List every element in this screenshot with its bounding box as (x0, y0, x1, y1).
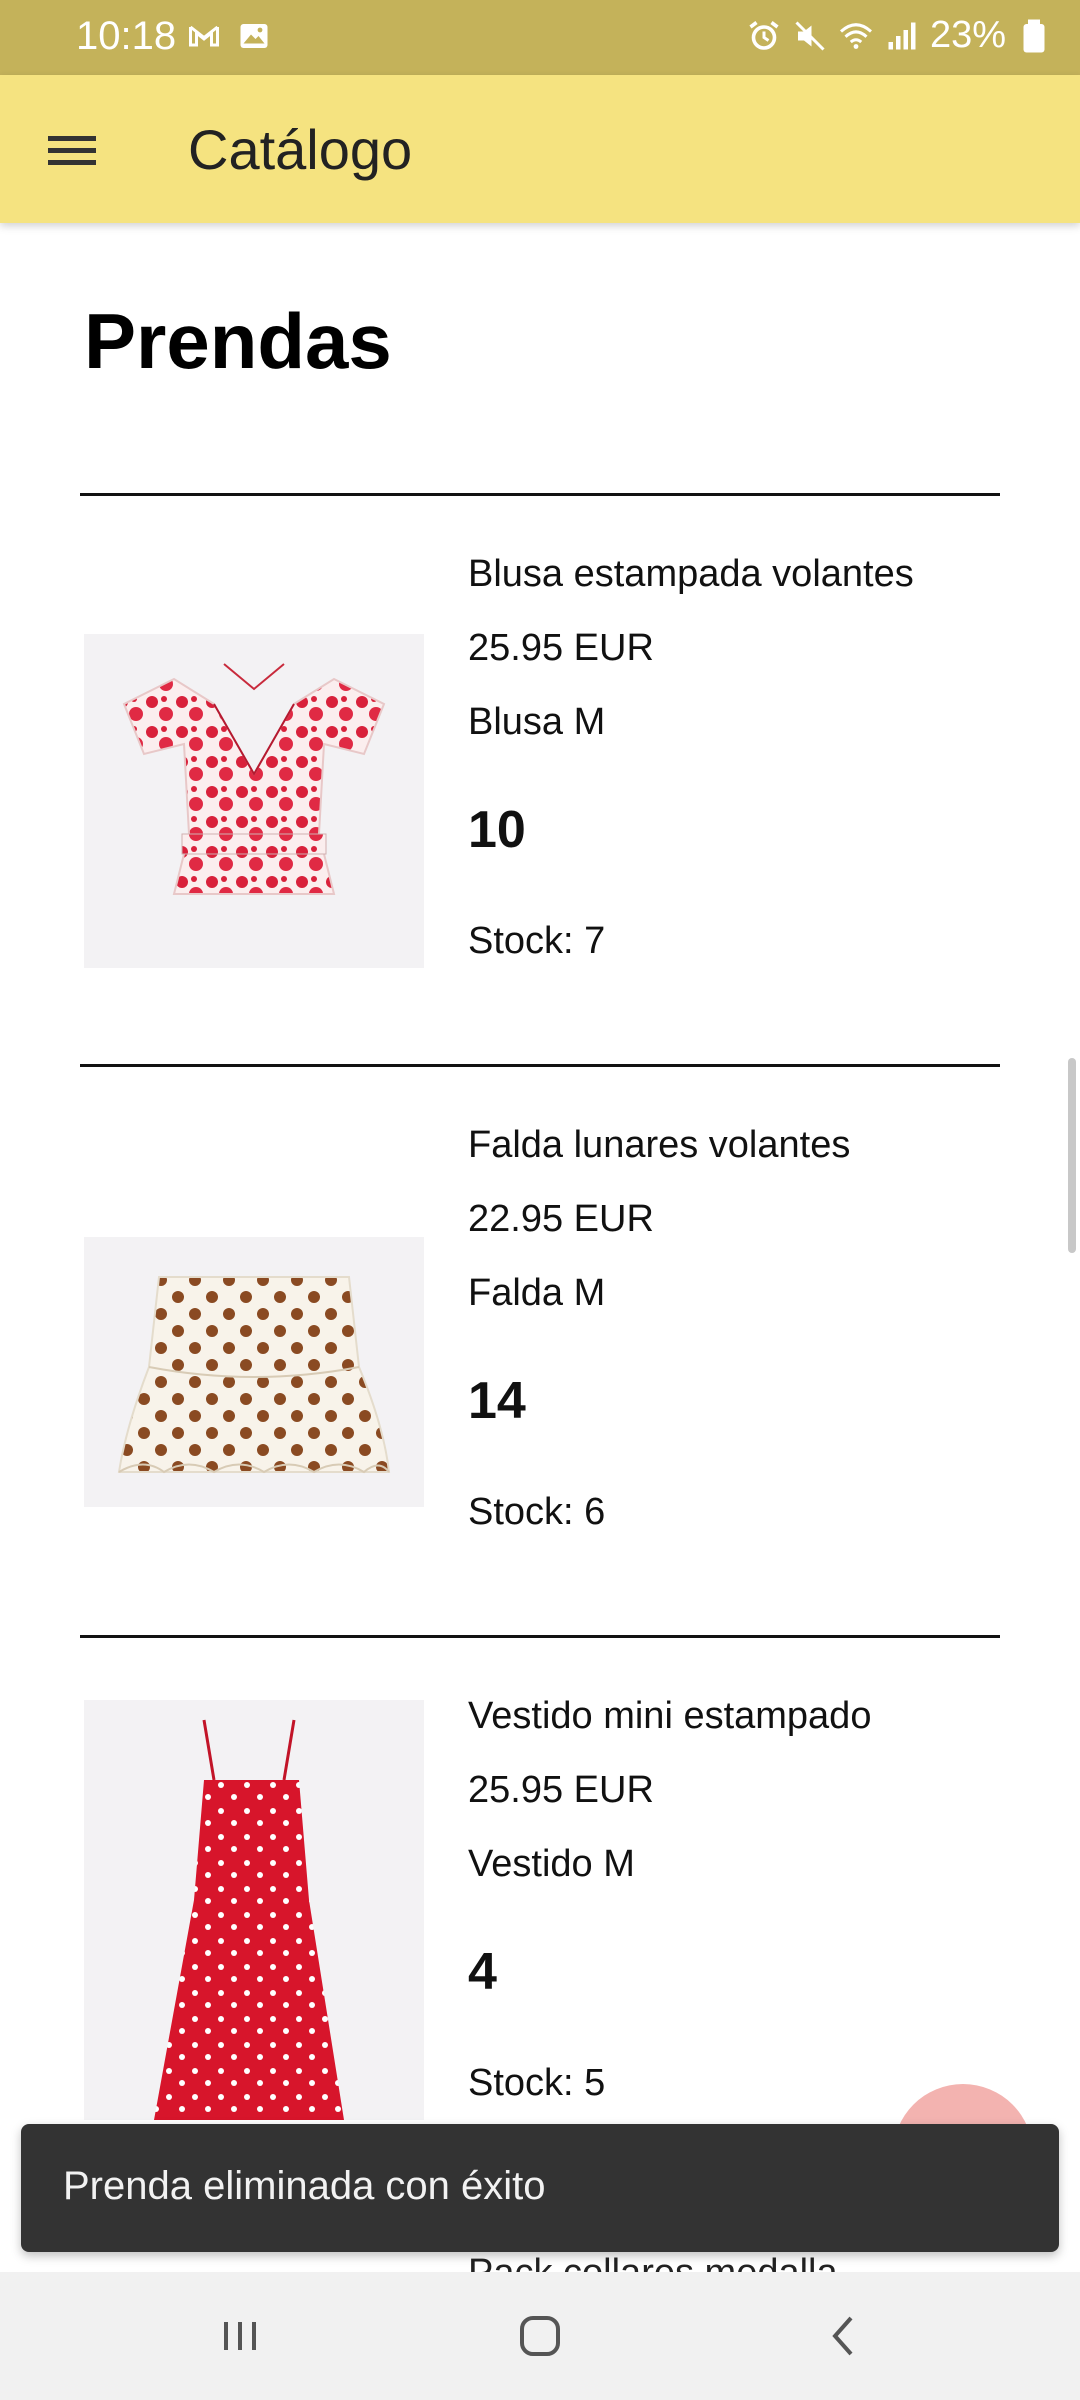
status-notification-icons (186, 18, 272, 54)
item-stock: Stock: 5 (468, 2062, 606, 2104)
status-system-icons: 23% (746, 14, 1052, 57)
alarm-icon (749, 20, 779, 50)
item-type: Falda M (468, 1272, 606, 1314)
product-list: Blusa estampada volantes 25.95 EUR Blusa… (80, 493, 1000, 2206)
dress-image (154, 1719, 344, 2120)
blouse-image (122, 663, 386, 895)
item-name: Blusa estampada volantes (468, 553, 914, 595)
skirt-image (117, 1276, 391, 1474)
battery-icon (1023, 19, 1045, 52)
hamburger-menu-icon[interactable] (36, 115, 108, 187)
item-price: 25.95 EUR (468, 1769, 654, 1811)
product-image-vestido (84, 1700, 424, 2120)
list-item[interactable]: Blusa estampada volantes 25.95 EUR Blusa… (80, 493, 1000, 1064)
item-quantity: 4 (468, 1943, 497, 2001)
item-price: 22.95 EUR (468, 1198, 654, 1240)
item-quantity: 10 (468, 801, 526, 859)
wifi-icon (839, 22, 872, 49)
recents-icon[interactable] (210, 2306, 270, 2366)
battery-percentage: 23% (929, 14, 1006, 56)
image-icon (240, 24, 268, 48)
item-type: Blusa M (468, 701, 606, 743)
back-icon[interactable] (815, 2306, 875, 2366)
list-item[interactable]: Vestido mini estampado 25.95 EUR Vestido… (80, 1635, 1000, 2206)
item-info: Blusa estampada volantes 25.95 EUR Blusa… (468, 546, 914, 963)
home-icon[interactable] (510, 2306, 570, 2366)
status-time: 10:18 (76, 14, 177, 58)
product-image-falda (84, 1237, 424, 1507)
product-image-blusa (84, 634, 424, 968)
item-info: Vestido mini estampado 25.95 EUR Vestido… (468, 1688, 871, 2105)
item-stock: Stock: 6 (468, 1491, 606, 1533)
gmail-icon (189, 25, 219, 47)
status-bar: 10:18 23% (0, 0, 1080, 75)
item-name: Vestido mini estampado (468, 1695, 872, 1737)
snackbar-message: Prenda eliminada con éxito (63, 2164, 546, 2208)
navigation-bar (0, 2272, 1080, 2400)
signal-icon (888, 22, 916, 49)
list-item[interactable]: Falda lunares volantes 22.95 EUR Falda M… (80, 1064, 1000, 1635)
app-bar: Catálogo (0, 75, 1080, 223)
item-info: Falda lunares volantes 22.95 EUR Falda M… (468, 1117, 850, 1534)
mute-icon (795, 20, 825, 51)
item-name: Falda lunares volantes (468, 1124, 851, 1166)
page-title: Prendas (84, 297, 392, 385)
item-type: Vestido M (468, 1843, 635, 1885)
snackbar: Prenda eliminada con éxito (21, 2124, 1059, 2252)
app-title: Catálogo (188, 118, 413, 181)
item-price: 25.95 EUR (468, 627, 654, 669)
item-quantity: 14 (468, 1372, 526, 1430)
item-stock: Stock: 7 (468, 920, 606, 962)
scrollbar[interactable] (1068, 1058, 1076, 1253)
